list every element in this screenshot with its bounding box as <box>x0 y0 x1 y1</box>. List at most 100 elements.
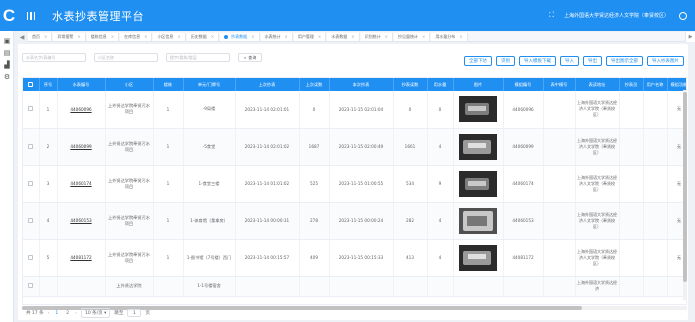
tab-stock[interactable]: 在库信息 × <box>120 32 153 41</box>
fullscreen-icon[interactable]: ⛶ <box>549 11 554 20</box>
meter-id-link[interactable]: 44060096 <box>57 91 106 129</box>
this-read-cell: 282 <box>393 202 428 240</box>
tab-meter-data[interactable]: 水表数据 × <box>327 32 360 41</box>
community-select[interactable]: 小区名称 <box>94 53 158 62</box>
search-button[interactable]: ⌕ 查询 <box>238 53 263 62</box>
row-checkbox[interactable] <box>23 128 40 166</box>
organization-name: 上海外国语大学贤达经济人文学院（奉贤校区） <box>563 13 669 19</box>
close-icon[interactable]: × <box>77 34 80 39</box>
close-icon[interactable]: × <box>111 34 114 39</box>
import-button[interactable]: 导入 <box>560 56 579 66</box>
export-images-button[interactable]: 导出图示全部 <box>606 56 643 66</box>
template-download-button[interactable]: 导入模板下载 <box>519 56 556 66</box>
meter-photo[interactable] <box>453 239 504 277</box>
meter-search-input[interactable]: 水表名字/表编号 <box>22 53 86 62</box>
menu-toggle-button[interactable] <box>24 9 38 23</box>
table-row: 1 44060096 上外贤达学院奉贤污水项目 1 -9局楼 2023-11-1… <box>23 91 686 129</box>
meter-id-link[interactable]: 44081172 <box>57 239 106 277</box>
close-icon[interactable]: × <box>211 34 214 39</box>
tab-reading-stats[interactable]: 抄见量统计 × <box>393 32 431 41</box>
tab-alarm[interactable]: 异常报警 × <box>53 32 86 41</box>
empty-cell <box>643 128 668 166</box>
row-checkbox[interactable] <box>23 202 40 240</box>
building-cell: 1 <box>153 239 184 277</box>
reading-table: 序号 水表编号 小区 楼栋 单元/门牌号 上次抄表 上次读数 本次抄表 抄表读数… <box>22 77 687 305</box>
goto-page-input[interactable]: 1 <box>127 309 142 317</box>
unit-cell: 1-图书馆（7号楼）西门 <box>183 239 236 277</box>
empty-cell <box>543 202 576 240</box>
close-icon[interactable]: × <box>285 34 288 39</box>
meter-photo[interactable] <box>453 91 504 129</box>
module-cell: 44060096 <box>503 91 544 129</box>
close-icon[interactable]: × <box>144 34 147 39</box>
module-cell: 44060174 <box>503 165 544 203</box>
tab-scroll-left-icon[interactable]: ◀ <box>18 32 26 42</box>
recognize-button[interactable]: 识别 <box>496 56 515 66</box>
dashboard-icon[interactable]: ▣ <box>0 35 14 47</box>
this-time-cell: 2023-11-15 00:15:33 <box>329 239 394 277</box>
tab-community[interactable]: 小区信息 × <box>153 32 186 41</box>
meter-id-link[interactable]: 44060099 <box>57 128 106 166</box>
close-icon[interactable]: × <box>385 34 388 39</box>
tab-meter-stats[interactable]: 水表统计 × <box>260 32 293 41</box>
next-page-icon[interactable]: › <box>75 311 77 316</box>
tab-building[interactable]: 楼栋信息 × <box>86 32 120 41</box>
export-button[interactable]: 导出 <box>583 56 602 66</box>
meter-id-link[interactable]: 44060174 <box>57 165 106 203</box>
tab-users[interactable]: 用户管理 × <box>293 32 327 41</box>
meter-id-link[interactable]: 44060153 <box>57 202 106 240</box>
close-icon[interactable]: × <box>251 34 254 39</box>
tab-usage-dist[interactable]: 用水量分布 × <box>431 32 468 41</box>
import-images-button[interactable]: 导入抄表图片 <box>647 56 684 66</box>
tab-history[interactable]: 历史数据 × <box>186 32 220 41</box>
row-checkbox[interactable] <box>23 91 40 129</box>
vertical-scrollbar[interactable] <box>683 90 687 300</box>
col-header: 表中模号 <box>543 78 576 91</box>
close-icon[interactable]: × <box>459 34 462 39</box>
last-time-cell: 2023-11-14 02:01:01 <box>235 91 300 129</box>
building-select[interactable]: 楼宇/楼栋/楼层 <box>166 53 230 62</box>
user-avatar[interactable] <box>679 11 687 20</box>
empty-cell <box>643 91 668 129</box>
page-2-button[interactable]: 2 <box>64 311 71 316</box>
empty-cell <box>427 276 454 297</box>
last-read-cell: 409 <box>299 239 330 277</box>
empty-cell <box>643 276 668 297</box>
col-header: 用水量 <box>427 78 454 91</box>
page-unit-label: 页 <box>145 311 150 316</box>
list-icon[interactable]: ▤ <box>0 47 14 59</box>
page-size-select[interactable]: 10 条/页 ▾ <box>80 308 111 318</box>
meter-photo[interactable] <box>453 165 504 203</box>
close-icon[interactable]: × <box>318 34 321 39</box>
tab-home[interactable]: 首页 × <box>28 32 53 41</box>
page-1-button[interactable]: 1 <box>53 311 60 316</box>
meter-photo[interactable] <box>453 128 504 166</box>
action-toolbar: 全部下达 识别 导入模板下载 导入 导出 导出图示全部 导入抄表图片 <box>464 56 684 66</box>
close-icon[interactable]: × <box>44 34 47 39</box>
row-checkbox[interactable] <box>23 239 40 277</box>
dispatch-all-button[interactable]: 全部下达 <box>464 56 492 66</box>
goto-label: 跳至 <box>114 311 124 316</box>
close-icon[interactable]: × <box>177 34 180 39</box>
row-checkbox[interactable] <box>23 165 40 203</box>
empty-cell <box>643 239 668 277</box>
settings-icon[interactable]: ⚙ <box>0 71 14 83</box>
close-icon[interactable]: × <box>351 34 354 39</box>
empty-cell <box>619 165 644 203</box>
search-icon: ⌕ <box>244 55 247 60</box>
close-icon[interactable]: × <box>422 34 425 39</box>
row-checkbox[interactable] <box>23 276 40 297</box>
community-cell: 上外贤达学院奉贤污水项目 <box>105 128 154 166</box>
col-header: 模组编号 <box>503 78 544 91</box>
usage-cell: 9 <box>427 165 454 203</box>
prev-page-icon[interactable]: ‹ <box>48 311 50 316</box>
meter-photo[interactable] <box>453 276 504 297</box>
meter-photo[interactable] <box>453 202 504 240</box>
chart-icon[interactable]: ▟ <box>0 59 14 71</box>
tab-scroll-right-icon[interactable]: ▶ <box>685 32 695 42</box>
meter-id-link[interactable] <box>57 276 106 297</box>
module-cell: 44060099 <box>503 128 544 166</box>
tab-recognition[interactable]: 识别统计 × <box>360 32 393 41</box>
tab-meter-reading[interactable]: 抄表数据 × <box>220 32 260 41</box>
select-all-checkbox[interactable] <box>23 78 40 91</box>
